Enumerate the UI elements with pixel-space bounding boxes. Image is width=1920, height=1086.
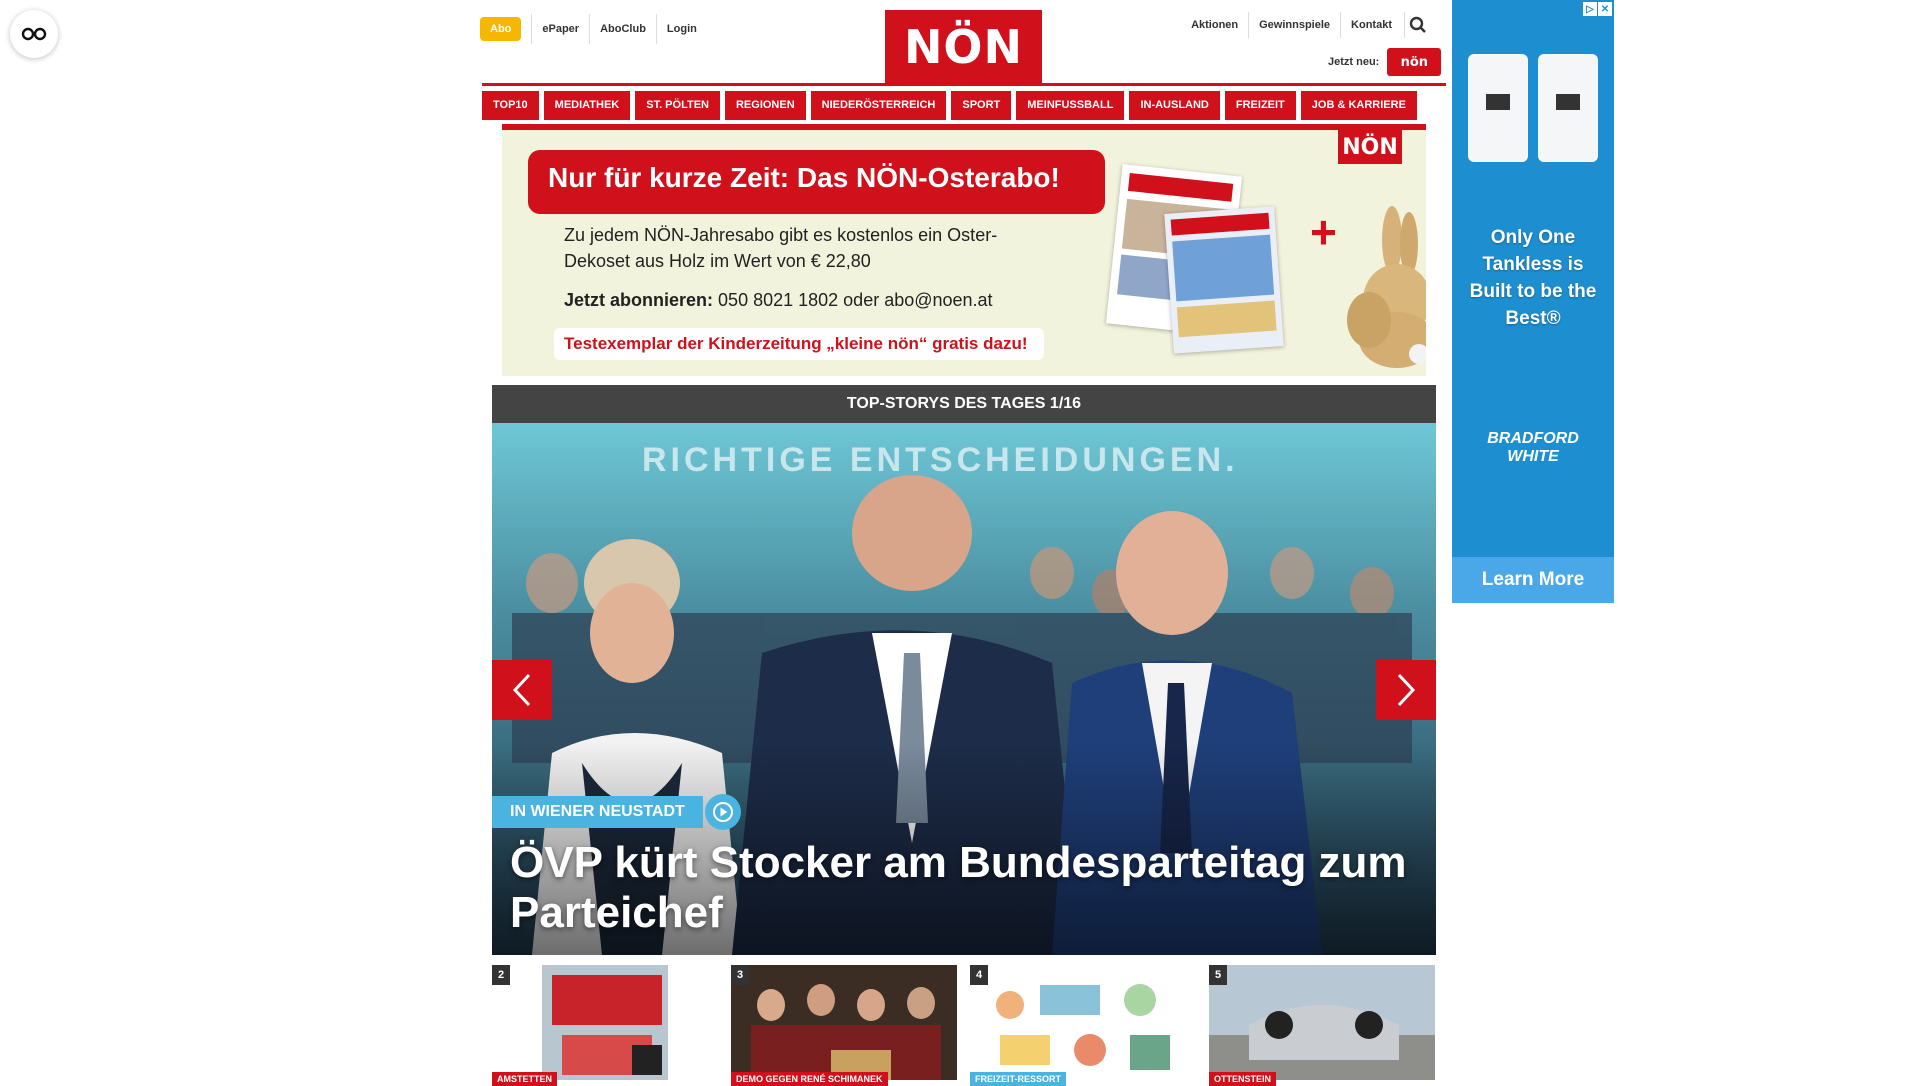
- ad-brand-logo: BRADFORD WHITE: [1487, 430, 1579, 465]
- jetzt-neu-label: Jetzt neu:: [1328, 56, 1380, 68]
- search-button[interactable]: [1404, 12, 1430, 38]
- video-play-button[interactable]: [705, 794, 741, 830]
- story-thumbnail-2[interactable]: [492, 965, 718, 1080]
- story-thumbnail-4[interactable]: [970, 965, 1196, 1080]
- gewinnspiele-link[interactable]: Gewinnspiele: [1248, 12, 1340, 38]
- prev-slide-button[interactable]: [492, 660, 552, 720]
- kids-newspaper: [1164, 206, 1284, 354]
- next-slide-button[interactable]: [1376, 660, 1436, 720]
- story-number-5: 5: [1209, 965, 1227, 985]
- nav-sport[interactable]: SPORT: [951, 91, 1012, 120]
- nav-meinfussball[interactable]: MEINFUSSBALL: [1016, 91, 1125, 120]
- reader-mode-button[interactable]: [10, 10, 58, 58]
- hero-banner-text: RICHTIGE ENTSCHEIDUNGEN.: [642, 441, 1239, 479]
- search-icon: [1409, 16, 1426, 33]
- story-tag-4[interactable]: FREIZEIT-RESSORT: [970, 1072, 1067, 1086]
- hero-headline[interactable]: ÖVP kürt Stocker am Bundesparteitag zum …: [510, 838, 1420, 938]
- story-thumbnail-5[interactable]: [1209, 965, 1435, 1080]
- chevron-left-icon: [512, 673, 531, 707]
- story-number-4: 4: [970, 965, 988, 985]
- water-heater-image: [1468, 54, 1598, 162]
- story-tag-5[interactable]: OTTENSTEIN: [1209, 1072, 1277, 1086]
- promo-order-value: 050 8021 1802 oder abo@noen.at: [718, 290, 993, 310]
- kontakt-link[interactable]: Kontakt: [1340, 12, 1402, 38]
- aktionen-link[interactable]: Aktionen: [1181, 12, 1248, 38]
- ad-headline: Only One Tankless is Built to be the Bes…: [1469, 227, 1597, 329]
- nav-job-karriere[interactable]: JOB & KARRIERE: [1300, 91, 1417, 120]
- ad-learn-more-button[interactable]: Learn More: [1452, 557, 1614, 603]
- easter-decor-image: [1347, 206, 1426, 368]
- ad-choices[interactable]: ▷ ✕: [1583, 2, 1612, 16]
- newspaper-image: [1105, 164, 1284, 360]
- jetzt-neu: Jetzt neu: nön: [1328, 48, 1442, 76]
- main-nav: TOP10 MEDIATHEK ST. PÖLTEN REGIONEN NIED…: [482, 91, 1448, 120]
- nav-st-poelten[interactable]: ST. PÖLTEN: [635, 91, 720, 120]
- top-right-links: Aktionen Gewinnspiele Kontakt: [1181, 12, 1430, 38]
- story-tag-3[interactable]: DEMO GEGEN RENÉ SCHIMANEK: [731, 1072, 888, 1086]
- nav-mediathek[interactable]: MEDIATHEK: [543, 91, 631, 120]
- aboclub-link[interactable]: AboClub: [589, 14, 656, 44]
- promo-order-label: Jetzt abonnieren:: [564, 290, 714, 310]
- nav-in-ausland[interactable]: IN-AUSLAND: [1129, 91, 1220, 120]
- promo-order: Jetzt abonnieren: 050 8021 1802 oder abo…: [564, 290, 993, 311]
- osterabo-promo-banner[interactable]: Nur für kurze Zeit: Das NÖN-Osterabo! Zu…: [502, 124, 1426, 376]
- hero-location-tag[interactable]: IN WIENER NEUSTADT: [492, 796, 703, 828]
- glasses-icon: [21, 27, 47, 41]
- promo-title: Nur für kurze Zeit: Das NÖN-Osterabo!: [528, 150, 1105, 214]
- nav-freizeit[interactable]: FREIZEIT: [1224, 91, 1296, 120]
- nav-niederoesterreich[interactable]: NIEDERÖSTERREICH: [810, 91, 947, 120]
- story-number-3: 3: [731, 965, 749, 985]
- top-stories-header: TOP-STORYS DES TAGES 1/16: [492, 385, 1436, 423]
- login-link[interactable]: Login: [655, 14, 707, 44]
- promo-test-offer: Testexemplar der Kinderzeitung „kleine n…: [554, 328, 1044, 360]
- top-left-links: Abo ePaper AboClub Login: [480, 14, 707, 44]
- nav-regionen[interactable]: REGIONEN: [724, 91, 806, 120]
- kleine-noen-logo[interactable]: nön: [1387, 48, 1442, 76]
- play-icon: [713, 802, 733, 822]
- site-logo[interactable]: NÖN: [885, 10, 1042, 84]
- header-divider: [482, 83, 1446, 86]
- story-tag-2[interactable]: AMSTETTEN: [492, 1072, 557, 1086]
- story-number-2: 2: [492, 965, 510, 985]
- ad-info-icon[interactable]: ▷: [1583, 2, 1597, 16]
- story-thumbnail-3[interactable]: [731, 965, 957, 1080]
- ad-close-icon[interactable]: ✕: [1598, 2, 1612, 16]
- promo-text: Zu jedem NÖN-Jahresabo gibt es kostenlos…: [564, 225, 998, 271]
- epaper-link[interactable]: ePaper: [531, 14, 589, 44]
- chevron-right-icon: [1397, 673, 1416, 707]
- plus-icon: +: [1310, 206, 1337, 258]
- advertisement[interactable]: ▷ ✕ Only One Tankless is Built to be the…: [1452, 0, 1614, 603]
- nav-top10[interactable]: TOP10: [482, 91, 539, 120]
- promo-logo: NÖN: [1338, 130, 1402, 164]
- abo-button[interactable]: Abo: [480, 17, 522, 41]
